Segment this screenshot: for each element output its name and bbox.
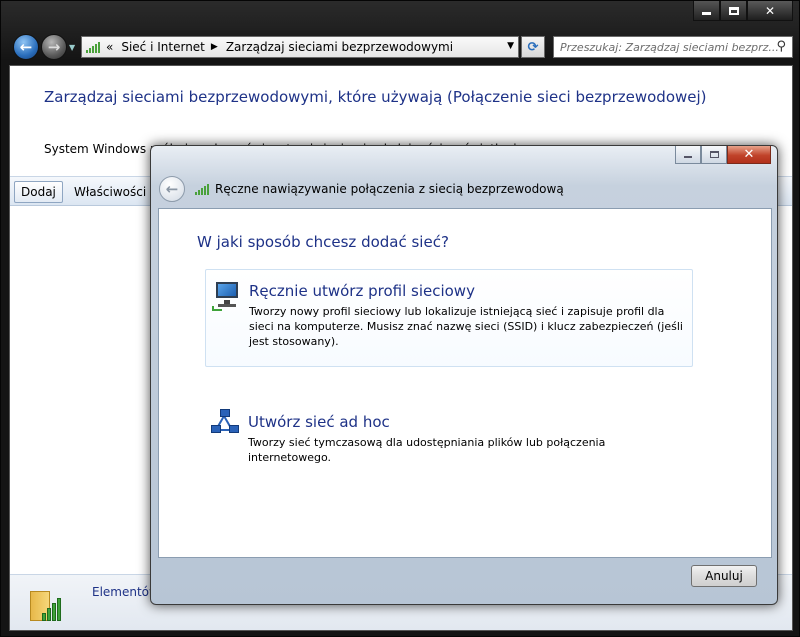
close-icon: ✕ — [743, 147, 755, 162]
dialog-caption-buttons: ✕ — [675, 146, 771, 164]
close-icon: ✕ — [764, 3, 776, 18]
breadcrumb-network-internet[interactable]: Sieć i Internet — [121, 40, 205, 54]
option-manual-profile[interactable]: Ręcznie utwórz profil sieciowy Tworzy no… — [205, 269, 693, 367]
refresh-button[interactable]: ⟳ — [521, 36, 545, 58]
dialog-title: Ręczne nawiązywanie połączenia z siecią … — [215, 182, 564, 196]
add-button[interactable]: Dodaj — [14, 181, 63, 203]
maximize-icon — [728, 6, 739, 15]
option-adhoc-network[interactable]: Utwórz sieć ad hoc Tworzy sieć tymczasow… — [205, 405, 693, 465]
search-box[interactable]: Przeszukaj: Zarządzaj sieciami bezprz...… — [553, 36, 793, 58]
minimize-icon — [684, 156, 692, 158]
dialog-back-button[interactable]: ← — [159, 176, 185, 202]
dialog-close-button[interactable]: ✕ — [727, 146, 771, 164]
refresh-icon: ⟳ — [527, 39, 539, 55]
wireless-signal-icon — [86, 41, 100, 53]
arrow-left-icon: ← — [165, 180, 179, 198]
minimize-button[interactable] — [693, 1, 720, 21]
navigation-bar: ← → ▼ « Sieć i Internet ▶ Zarządzaj siec… — [1, 34, 799, 60]
back-button[interactable]: ← — [13, 34, 39, 60]
search-input[interactable]: Przeszukaj: Zarządzaj sieciami bezprz... — [560, 41, 779, 54]
option-title: Utwórz sieć ad hoc — [248, 413, 390, 431]
arrow-right-icon: → — [47, 38, 61, 56]
option-description: Tworzy nowy profil sieciowy lub lokalizu… — [249, 305, 683, 348]
maximize-icon — [709, 151, 719, 158]
minimize-icon — [702, 12, 711, 15]
dialog-body: W jaki sposób chcesz dodać sieć? Ręcznie… — [158, 208, 772, 558]
address-dropdown-icon[interactable]: ▼ — [507, 41, 514, 51]
dialog-header: ← Ręczne nawiązywanie połączenia z sieci… — [159, 176, 564, 202]
close-button[interactable]: ✕ — [747, 1, 793, 21]
page-title: Zarządzaj sieciami bezprzewodowymi, któr… — [44, 88, 707, 106]
cancel-button[interactable]: Anuluj — [691, 565, 757, 587]
window-caption-buttons: ✕ — [693, 1, 793, 21]
address-chevron[interactable]: « — [106, 40, 113, 54]
dialog-minimize-button[interactable] — [675, 146, 701, 164]
forward-button[interactable]: → — [41, 34, 67, 60]
option-title: Ręcznie utwórz profil sieciowy — [249, 282, 475, 300]
connect-wireless-dialog: ✕ ← Ręczne nawiązywanie połączenia z sie… — [150, 145, 778, 605]
maximize-button[interactable] — [720, 1, 747, 21]
dialog-question: W jaki sposób chcesz dodać sieć? — [197, 233, 449, 251]
breadcrumb-separator-icon[interactable]: ▶ — [211, 42, 218, 52]
dialog-footer: Anuluj — [151, 556, 777, 604]
network-profile-computer-icon — [212, 280, 244, 312]
arrow-left-icon: ← — [19, 38, 33, 56]
wireless-signal-icon — [195, 183, 209, 195]
address-bar[interactable]: « Sieć i Internet ▶ Zarządzaj sieciami b… — [81, 36, 519, 58]
option-description: Tworzy sieć tymczasową dla udostępniania… — [248, 436, 606, 464]
breadcrumb-manage-wireless[interactable]: Zarządzaj sieciami bezprzewodowymi — [226, 40, 453, 54]
search-icon[interactable]: ⚲ — [776, 39, 786, 54]
adhoc-network-icon — [211, 409, 243, 441]
dialog-maximize-button[interactable] — [701, 146, 727, 164]
recent-pages-dropdown[interactable]: ▼ — [69, 43, 75, 52]
wireless-folder-icon — [30, 585, 61, 621]
